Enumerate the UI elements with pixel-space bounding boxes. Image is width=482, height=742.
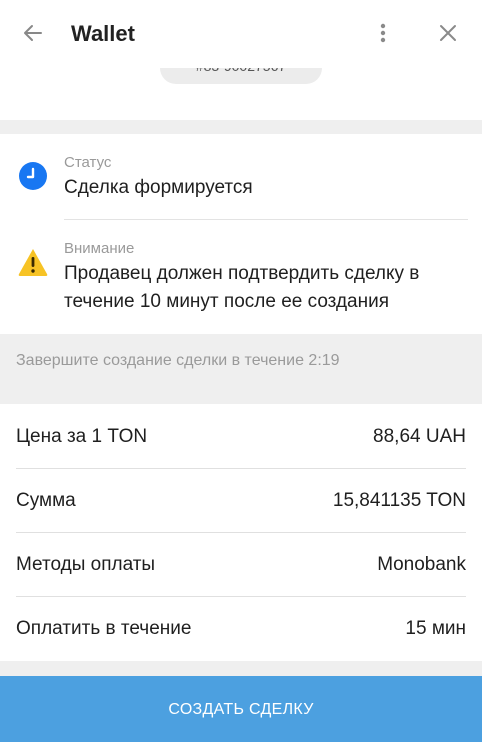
back-button[interactable] [18,18,48,48]
close-icon [440,25,456,41]
detail-value: 88,64 UAH [373,426,466,447]
create-deal-button[interactable]: СОЗДАТЬ СДЕЛКУ [0,676,482,742]
more-menu-button[interactable] [368,18,398,48]
status-label: Статус [64,154,112,171]
detail-row-pay-within: Оплатить в течение 15 мин [0,596,482,660]
more-vertical-icon [380,23,386,43]
detail-value: 15 мин [405,618,466,639]
clock-icon [19,162,47,190]
page-title: Wallet [71,21,135,46]
deal-id-pill: #83-90027567 [160,68,322,84]
deal-summary-card: #83-90027567 [0,68,482,120]
detail-label: Методы оплаты [16,554,156,575]
detail-label: Сумма [16,490,76,511]
detail-row-price: Цена за 1 TON 88,64 UAH [0,404,482,468]
countdown-text: Завершите создание сделки в течение 2:19 [16,352,340,369]
deal-details-list: Цена за 1 TON 88,64 UAH Сумма 15,841135 … [0,404,482,661]
deal-info-card: Статус Сделка формируется Внимание Прода… [0,134,482,334]
detail-row-amount: Сумма 15,841135 TON [0,468,482,532]
close-button[interactable] [433,18,463,48]
status-value: Сделка формируется [64,177,253,198]
app-header: Wallet [0,0,482,68]
warning-row: Внимание Продавец должен подтвердить сде… [0,220,482,334]
status-row: Статус Сделка формируется [0,134,482,220]
warning-value: Продавец должен подтвердить сделку в теч… [64,263,420,312]
detail-label: Цена за 1 TON [16,426,148,447]
warning-icon [18,249,48,276]
timer-band: Завершите создание сделки в течение 2:19 [0,334,482,404]
detail-value: 15,841135 TON [332,490,466,511]
arrow-left-icon [24,25,42,41]
warning-label: Внимание [64,240,135,257]
detail-label: Оплатить в течение [16,618,192,639]
detail-value: Monobank [377,554,466,575]
detail-row-payment-methods: Методы оплаты Monobank [0,532,482,596]
